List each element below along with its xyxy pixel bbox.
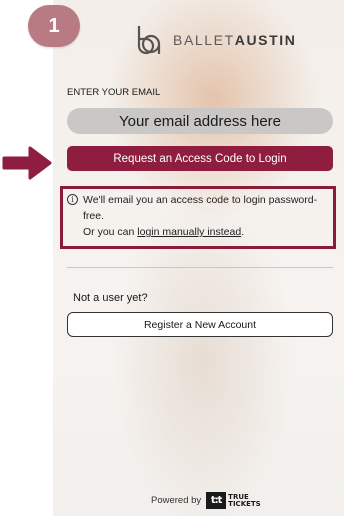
true-tickets-mark: t:t: [206, 492, 227, 509]
divider: [67, 267, 333, 268]
info-message: We'll email you an access code to login …: [83, 192, 335, 240]
not-a-user-prompt: Not a user yet?: [73, 292, 148, 304]
true-tickets-wordmark: TRUE TICKETS: [228, 493, 261, 508]
powered-by-text: Powered by: [151, 495, 202, 506]
ballet-austin-logo: BALLETAUSTIN: [133, 24, 296, 56]
powered-by-footer: Powered by t:t TRUE TICKETS: [151, 492, 261, 509]
info-icon: i: [67, 194, 78, 205]
logo-wordmark: BALLETAUSTIN: [173, 32, 296, 48]
true-tickets-word-tickets: TICKETS: [228, 499, 261, 508]
email-label: ENTER YOUR EMAIL: [67, 87, 161, 98]
login-manually-link[interactable]: login manually instead: [137, 226, 241, 238]
email-input[interactable]: [67, 108, 333, 134]
info-line-2-suffix: .: [241, 226, 245, 238]
true-tickets-logo[interactable]: t:t TRUE TICKETS: [206, 492, 261, 509]
info-line-2-prefix: Or you can: [83, 226, 138, 238]
info-line-1: We'll email you an access code to login …: [83, 194, 318, 222]
background-panel: [53, 0, 344, 516]
ballet-austin-logo-mark: [137, 26, 161, 55]
arrow-right-icon: [2, 146, 52, 180]
logo-word-austin: AUSTIN: [234, 32, 297, 48]
register-account-button[interactable]: Register a New Account: [67, 312, 333, 337]
step-badge: 1: [28, 5, 80, 47]
request-access-code-button[interactable]: Request an Access Code to Login: [67, 146, 333, 171]
logo-word-ballet: BALLET: [173, 32, 235, 48]
